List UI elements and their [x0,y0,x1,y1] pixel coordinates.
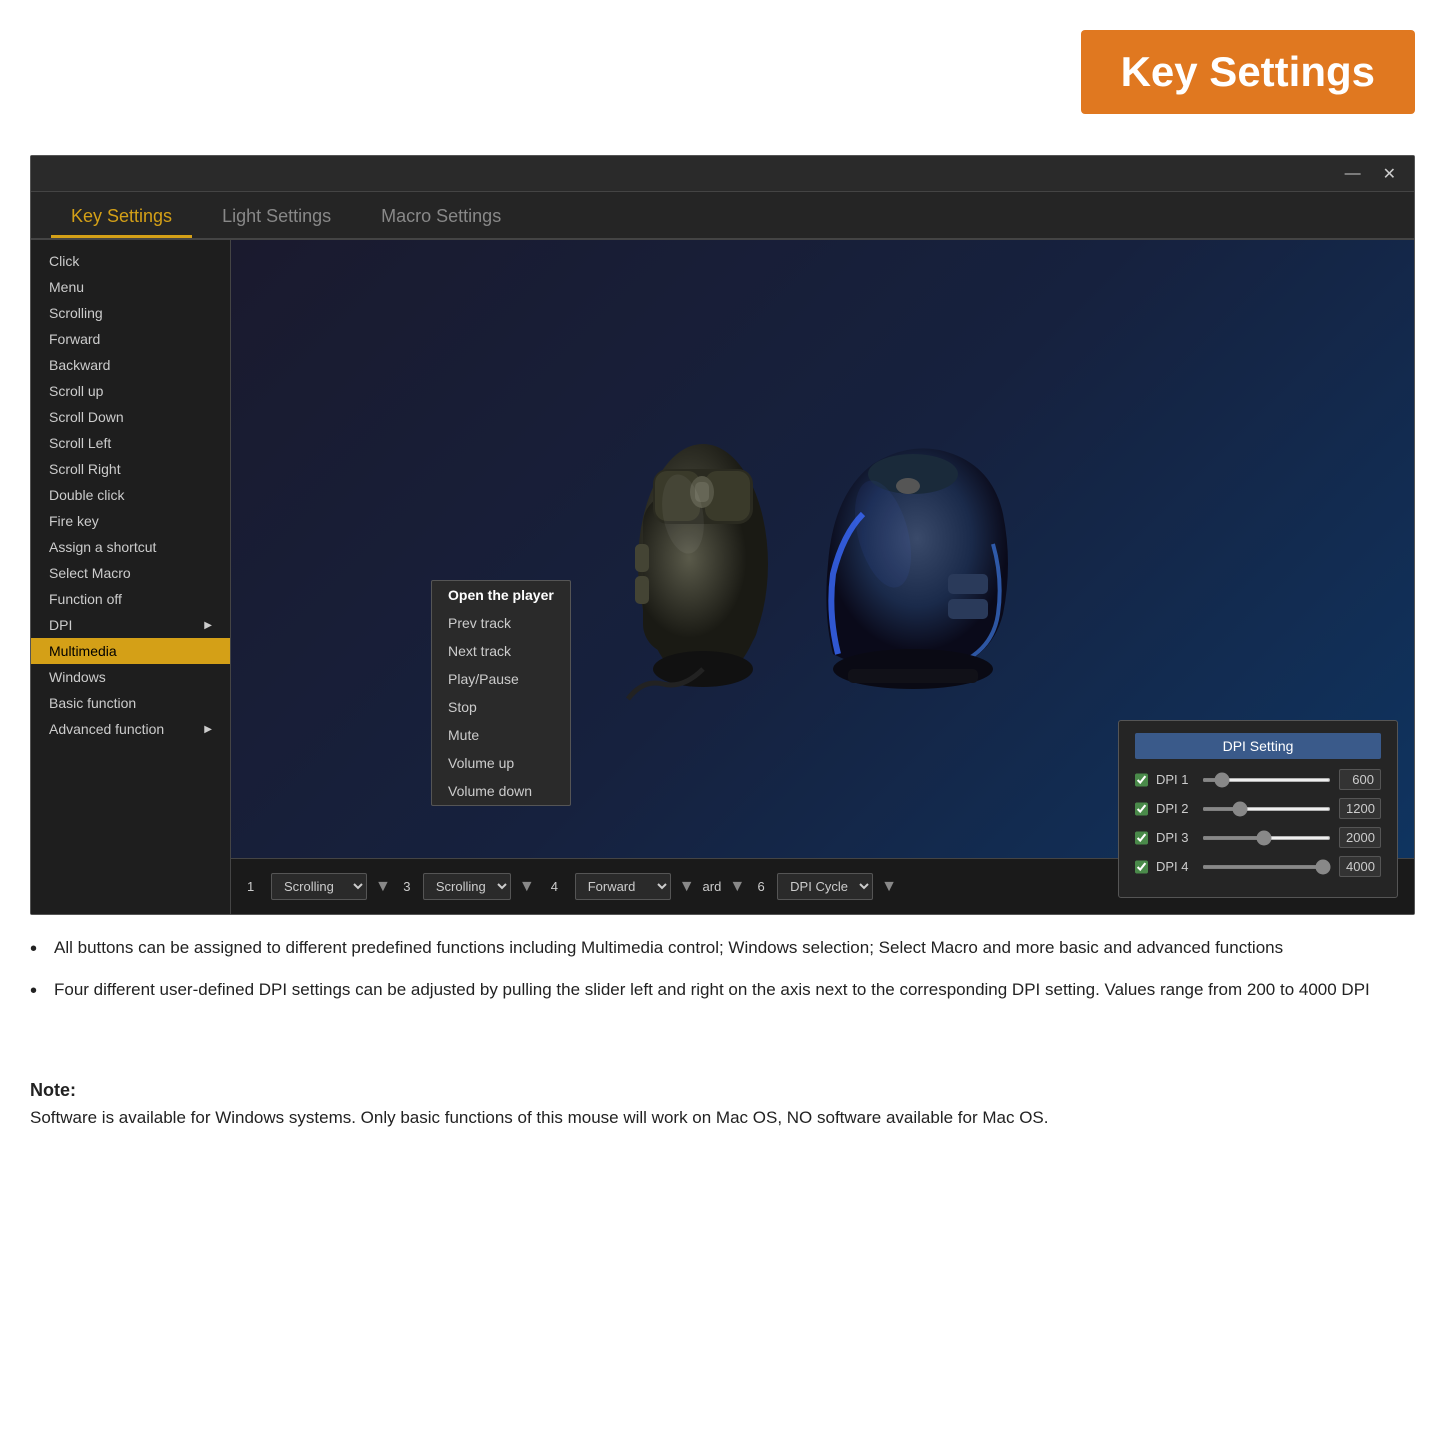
dpi4-value: 4000 [1339,856,1381,877]
close-button[interactable]: ✕ [1377,162,1402,186]
row2-num2: 6 [753,879,769,894]
note-text: Software is available for Windows system… [30,1105,1415,1131]
menu-item-function-off[interactable]: Function off [31,586,230,612]
menu-item-dpi[interactable]: DPI ▶ [31,612,230,638]
dpi-panel: DPI Setting DPI 1 600 DPI 2 1200 [1118,720,1398,898]
menu-item-select-macro[interactable]: Select Macro [31,560,230,586]
submenu-volume-up[interactable]: Volume up [432,749,570,777]
dpi1-slider[interactable] [1202,778,1331,782]
control-row-1: 1 Scrolling Click Menu Forward Backward … [247,873,535,900]
row1-num2: 3 [399,879,415,894]
submenu-stop[interactable]: Stop [432,693,570,721]
menu-item-windows[interactable]: Windows [31,664,230,690]
dpi4-checkbox[interactable] [1135,859,1148,875]
header-banner: Key Settings [1081,30,1415,114]
submenu-volume-down[interactable]: Volume down [432,777,570,805]
row2-chevron-icon: ▼ [679,878,695,896]
mouse-left-image [613,414,793,704]
dpi3-value: 2000 [1339,827,1381,848]
row2-select1[interactable]: Forward Backward Click [575,873,671,900]
page-title: Key Settings [1121,48,1375,96]
dpi-arrow-icon: ▶ [204,620,212,631]
menu-item-menu[interactable]: Menu [31,274,230,300]
menu-item-scroll-left[interactable]: Scroll Left [31,430,230,456]
menu-item-fire-key[interactable]: Fire key [31,508,230,534]
menu-item-scroll-down[interactable]: Scroll Down [31,404,230,430]
left-panel: Click Menu Scrolling Forward Backward Sc… [31,240,231,914]
menu-item-double-click[interactable]: Double click [31,482,230,508]
menu-item-click[interactable]: Click [31,248,230,274]
bullet-text-2: Four different user-defined DPI settings… [54,977,1370,1003]
menu-item-scrolling[interactable]: Scrolling [31,300,230,326]
dpi-row-3: DPI 3 2000 [1135,827,1381,848]
bullet-2: • Four different user-defined DPI settin… [30,977,1415,1005]
row2-chevron-sub-icon: ▼ [729,878,745,896]
dpi2-slider[interactable] [1202,807,1331,811]
mouse-right-image [793,414,1033,704]
row1-select1[interactable]: Scrolling Click Menu Forward Backward [271,873,367,900]
submenu-next-track[interactable]: Next track [432,637,570,665]
dpi-row-2: DPI 2 1200 [1135,798,1381,819]
multimedia-submenu: Open the player Prev track Next track Pl… [431,580,571,806]
tab-light-settings[interactable]: Light Settings [202,196,351,238]
menu-item-scroll-right[interactable]: Scroll Right [31,456,230,482]
row2-label-ard: ard [703,879,722,894]
tab-key-settings[interactable]: Key Settings [51,196,192,238]
dpi1-value: 600 [1339,769,1381,790]
dpi1-checkbox[interactable] [1135,772,1148,788]
title-bar-controls: — ✕ [1339,162,1402,186]
bullets-section: • All buttons can be assigned to differe… [30,935,1415,1019]
note-section: Note: Software is available for Windows … [30,1080,1415,1131]
main-area: Reset Apply Ok [231,240,1414,914]
row1-chevron2-icon: ▼ [519,878,535,896]
menu-item-basic-function[interactable]: Basic function [31,690,230,716]
bullet-dot-2: • [30,977,54,1005]
row2-chevron2-icon: ▼ [881,878,897,896]
bullet-text-1: All buttons can be assigned to different… [54,935,1283,961]
menu-item-advanced-function[interactable]: Advanced function ▶ [31,716,230,742]
dpi-panel-title: DPI Setting [1135,733,1381,759]
row2-num: 4 [551,879,567,894]
row1-select2[interactable]: Scrolling Click Menu [423,873,511,900]
menu-item-scroll-up[interactable]: Scroll up [31,378,230,404]
submenu-play-pause[interactable]: Play/Pause [432,665,570,693]
dpi2-value: 1200 [1339,798,1381,819]
title-bar: — ✕ [31,156,1414,192]
minimize-button[interactable]: — [1339,162,1367,186]
dpi2-label: DPI 2 [1156,801,1194,816]
row1-num: 1 [247,879,263,894]
note-title: Note: [30,1080,1415,1101]
bullet-1: • All buttons can be assigned to differe… [30,935,1415,963]
submenu-open-player[interactable]: Open the player [432,581,570,609]
dpi3-label: DPI 3 [1156,830,1194,845]
dpi4-label: DPI 4 [1156,859,1194,874]
row1-chevron-icon: ▼ [375,878,391,896]
advanced-arrow-icon: ▶ [204,724,212,735]
menu-item-backward[interactable]: Backward [31,352,230,378]
menu-item-forward[interactable]: Forward [31,326,230,352]
dpi-row-4: DPI 4 4000 [1135,856,1381,877]
submenu-mute[interactable]: Mute [432,721,570,749]
bullet-dot-1: • [30,935,54,963]
menu-item-assign-shortcut[interactable]: Assign a shortcut [31,534,230,560]
dpi1-label: DPI 1 [1156,772,1194,787]
row2-select2[interactable]: DPI Cycle Click Menu [777,873,873,900]
dpi4-slider[interactable] [1202,865,1331,869]
dpi3-slider[interactable] [1202,836,1331,840]
dpi-row-1: DPI 1 600 [1135,769,1381,790]
control-row-2: 4 Forward Backward Click ▼ ard ▼ 6 DPI C… [551,873,897,900]
bottom-controls: 1 Scrolling Click Menu Forward Backward … [231,858,1414,914]
submenu-prev-track[interactable]: Prev track [432,609,570,637]
app-window: — ✕ Key Settings Light Settings Macro Se… [30,155,1415,915]
dpi3-checkbox[interactable] [1135,830,1148,846]
content-area: Click Menu Scrolling Forward Backward Sc… [31,240,1414,914]
menu-item-multimedia[interactable]: Multimedia [31,638,230,664]
tab-macro-settings[interactable]: Macro Settings [361,196,521,238]
dpi2-checkbox[interactable] [1135,801,1148,817]
tab-bar: Key Settings Light Settings Macro Settin… [31,192,1414,240]
